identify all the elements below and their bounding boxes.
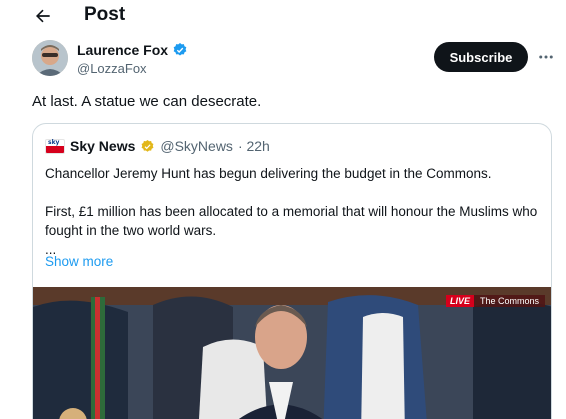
quoted-post-card[interactable]: sky Sky News @SkyNews · 22h Chancellor J… [32,123,552,419]
avatar-image [32,40,68,76]
sky-news-logo-icon: sky [45,138,65,154]
author-row: Laurence Fox @LozzaFox Subscribe [32,40,553,80]
live-badge: LIVE The Commons [445,295,545,307]
author-name-text: Laurence Fox [77,42,169,58]
quoted-text-ellipsis: ... [45,242,57,257]
quoted-source-handle[interactable]: @SkyNews [160,138,233,154]
quoted-post-header: sky Sky News @SkyNews · 22h [45,137,270,155]
more-horizontal-icon [539,55,553,59]
verified-gold-badge-icon [141,139,154,152]
quoted-source-name[interactable]: Sky News [70,138,135,154]
avatar[interactable] [32,40,68,76]
quoted-post-time[interactable]: · 22h [238,138,270,154]
verified-badge-icon [173,43,187,56]
live-location: The Commons [473,295,545,307]
quoted-text-line2: First, £1 million has been allocated to … [45,204,538,238]
quoted-post-body: Chancellor Jeremy Hunt has begun deliver… [45,164,545,259]
more-options-button[interactable] [535,46,557,68]
quoted-video-thumbnail[interactable]: LIVE The Commons [33,287,551,419]
tweet-text: At last. A statue we can desecrate. [32,93,262,110]
back-button[interactable] [30,5,56,27]
show-more-link[interactable]: Show more [45,254,113,269]
live-label: LIVE [445,295,474,307]
author-name[interactable]: Laurence Fox [77,42,188,58]
arrow-left-icon [36,9,50,23]
top-bar: Post [0,0,566,32]
page-title: Post [84,4,126,25]
author-handle[interactable]: @LozzaFox [77,61,147,76]
subscribe-button[interactable]: Subscribe [434,42,528,72]
quoted-text-line1: Chancellor Jeremy Hunt has begun deliver… [45,166,492,181]
